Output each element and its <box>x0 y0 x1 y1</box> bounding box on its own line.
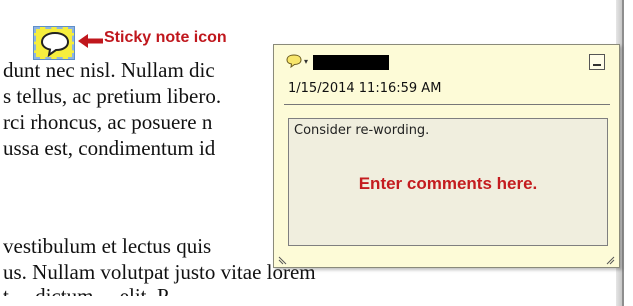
speech-bubble-icon <box>286 54 302 68</box>
document-text-line: vestibulum et lectus quis <box>3 234 212 258</box>
document-text-line: ussa est, condimentum id <box>3 136 216 160</box>
header-divider <box>284 104 610 105</box>
page-border <box>622 0 624 306</box>
instruction-hint: Enter comments here. <box>358 174 538 193</box>
callout-arrow-icon <box>78 34 103 48</box>
comment-text-area[interactable]: Consider re-wording. Enter comments here… <box>288 118 608 246</box>
sticky-note-icon[interactable] <box>33 26 75 60</box>
callout-label: Sticky note icon <box>104 29 227 46</box>
comment-text: Consider re-wording. <box>294 123 430 138</box>
minimize-button[interactable] <box>589 54 605 70</box>
document-text-line-partial: t ... dictum ... elit. P... <box>3 284 183 306</box>
speech-bubble-icon <box>40 31 70 57</box>
document-text-line: s tellus, ac pretium libero. <box>3 84 222 108</box>
author-name-redacted <box>313 55 389 70</box>
comment-popup[interactable]: ▾ 1/15/2014 11:16:59 AM Consider re-word… <box>273 44 620 268</box>
document-text-line: dunt nec nisl. Nullam dic <box>3 58 215 82</box>
document-text-line: us. Nullam volutpat justo vitae lorem <box>3 260 316 284</box>
options-dropdown-chevron-icon[interactable]: ▾ <box>304 57 308 66</box>
comment-timestamp: 1/15/2014 11:16:59 AM <box>288 81 442 96</box>
document-text-line: rci rhoncus, ac posuere n <box>3 110 213 134</box>
resize-grip-icon[interactable] <box>278 255 288 265</box>
resize-grip-icon[interactable] <box>605 255 615 265</box>
